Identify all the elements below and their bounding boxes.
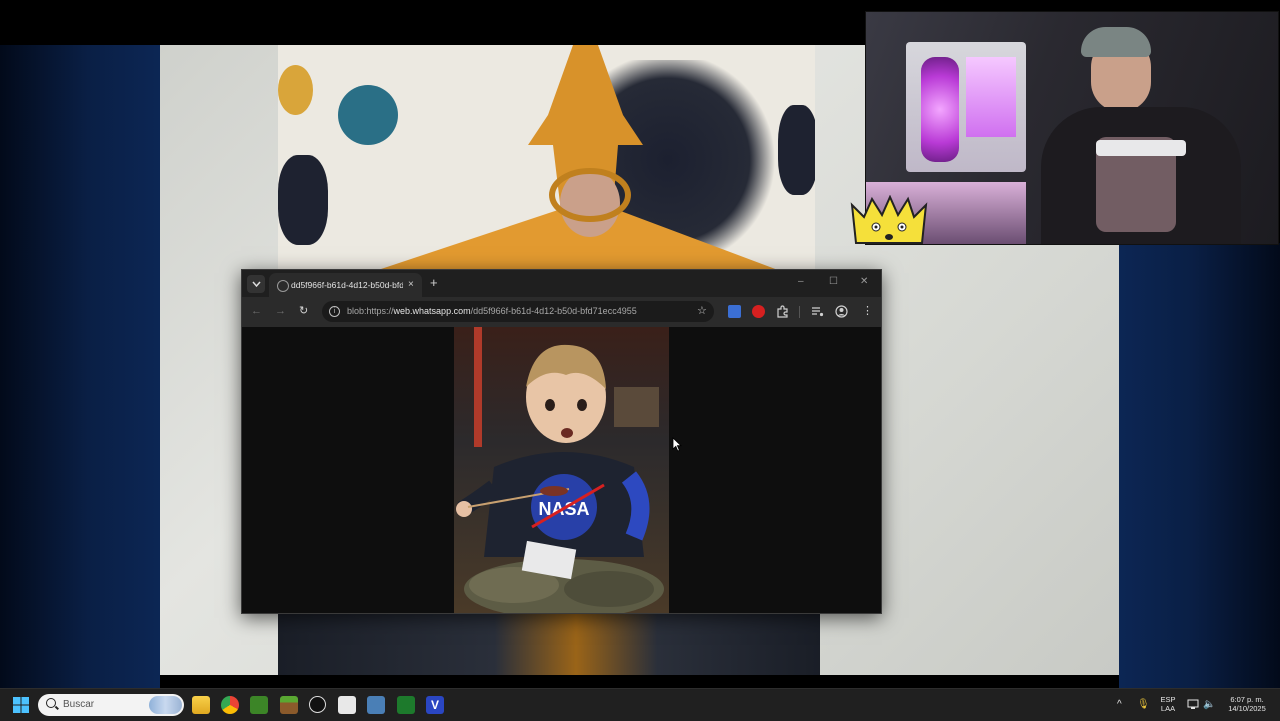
url-scheme: blob:https:// bbox=[347, 306, 394, 316]
cap bbox=[1081, 27, 1151, 57]
chrome-icon[interactable] bbox=[221, 696, 239, 714]
black-cat-cutout bbox=[778, 105, 815, 195]
minimize-button[interactable]: – bbox=[798, 275, 804, 289]
minecraft-icon[interactable] bbox=[250, 696, 268, 714]
notepad-icon[interactable] bbox=[338, 696, 356, 714]
extensions-puzzle-icon[interactable] bbox=[776, 305, 789, 318]
tab-title: dd5f966f-b61d-4d12-b50d-bfd71ecc4955 bbox=[291, 280, 403, 290]
photo-bottom-strip bbox=[278, 613, 820, 675]
calculator-icon[interactable] bbox=[367, 696, 385, 714]
language-indicator[interactable]: ESP LAA bbox=[1158, 695, 1178, 713]
microphone-icon[interactable]: 🎙 bbox=[1137, 699, 1150, 711]
minecraft-grass-icon[interactable] bbox=[280, 696, 298, 714]
search-placeholder: Buscar bbox=[63, 699, 95, 710]
crown-mascot-icon bbox=[850, 195, 928, 244]
browser-toolbar: ← → ↻ i blob:https://web.whatsapp.com/dd… bbox=[242, 297, 881, 327]
mouse-cursor-icon bbox=[672, 437, 682, 452]
media-controls-icon[interactable] bbox=[811, 305, 824, 318]
chevron-down-icon bbox=[251, 281, 261, 287]
halloween-photo bbox=[278, 45, 815, 270]
page-content: NASA bbox=[242, 327, 881, 613]
url-text[interactable]: blob:https://web.whatsapp.com/dd5f966f-b… bbox=[347, 305, 637, 318]
clock-date: 14/10/2025 bbox=[1228, 704, 1266, 713]
url-path: /dd5f966f-b61d-4d12-b50d-bfd71ecc4955 bbox=[470, 306, 637, 316]
v-app-icon[interactable]: V bbox=[426, 696, 444, 714]
globe-icon bbox=[277, 280, 289, 292]
windows-start-icon[interactable] bbox=[12, 696, 30, 714]
new-tab-button[interactable]: + bbox=[430, 274, 438, 292]
search-icon bbox=[46, 698, 56, 708]
address-bar[interactable]: i blob:https://web.whatsapp.com/dd5f966f… bbox=[322, 301, 714, 322]
chrome-window: dd5f966f-b61d-4d12-b50d-bfd71ecc4955 × +… bbox=[241, 269, 882, 614]
blob-image: NASA bbox=[454, 327, 669, 613]
tab-search-button[interactable] bbox=[247, 275, 265, 293]
profile-icon[interactable] bbox=[835, 305, 848, 318]
reload-button[interactable]: ↻ bbox=[299, 304, 308, 318]
microphone bbox=[1096, 140, 1186, 156]
site-info-icon[interactable]: i bbox=[329, 306, 340, 317]
language-code: ESP bbox=[1160, 695, 1176, 704]
star-costume bbox=[378, 45, 778, 270]
desktop-right-wallpaper bbox=[1119, 243, 1280, 688]
black-bat-cutout bbox=[278, 155, 328, 245]
url-host: web.whatsapp.com bbox=[393, 306, 471, 316]
taskbar-search-box[interactable]: Buscar bbox=[38, 694, 184, 716]
close-window-button[interactable]: ✕ bbox=[860, 275, 868, 289]
tab-close-icon[interactable]: × bbox=[408, 278, 414, 292]
maximize-button[interactable]: ☐ bbox=[829, 275, 838, 289]
logi-icon[interactable] bbox=[309, 696, 326, 713]
forward-button[interactable]: → bbox=[275, 304, 286, 318]
file-explorer-icon[interactable] bbox=[192, 696, 210, 714]
network-icon[interactable] bbox=[1187, 699, 1199, 710]
keyboard-layout: LAA bbox=[1160, 704, 1176, 713]
rgb-fans bbox=[921, 57, 959, 162]
volume-icon[interactable]: 🔈 bbox=[1203, 699, 1215, 711]
search-highlight-art bbox=[149, 696, 182, 714]
toolbar-separator bbox=[799, 306, 800, 318]
yellow-pumpkin-cutout bbox=[278, 65, 313, 115]
translate-extension-icon[interactable] bbox=[728, 305, 741, 318]
clock[interactable]: 6:07 p. m. 14/10/2025 bbox=[1222, 695, 1272, 713]
game-launcher-icon[interactable] bbox=[397, 696, 415, 714]
back-button[interactable]: ← bbox=[251, 304, 262, 318]
browser-tab[interactable]: dd5f966f-b61d-4d12-b50d-bfd71ecc4955 × bbox=[269, 273, 422, 297]
browser-menu-icon[interactable]: ⋮ bbox=[862, 304, 873, 318]
pc-glass-panel bbox=[966, 57, 1016, 137]
bookmark-star-icon[interactable]: ☆ bbox=[697, 303, 707, 319]
clock-time: 6:07 p. m. bbox=[1230, 695, 1264, 704]
tray-expand-icon[interactable]: ^ bbox=[1117, 699, 1122, 711]
toddler-photo: NASA bbox=[454, 327, 669, 613]
desktop-left-wallpaper bbox=[0, 45, 160, 688]
tab-strip: dd5f966f-b61d-4d12-b50d-bfd71ecc4955 × +… bbox=[242, 270, 881, 297]
record-extension-icon[interactable] bbox=[752, 305, 765, 318]
windows-taskbar: Buscar V ^ 🎙 ESP LAA 🔈 6:07 p. m. 14/10/… bbox=[0, 688, 1280, 721]
